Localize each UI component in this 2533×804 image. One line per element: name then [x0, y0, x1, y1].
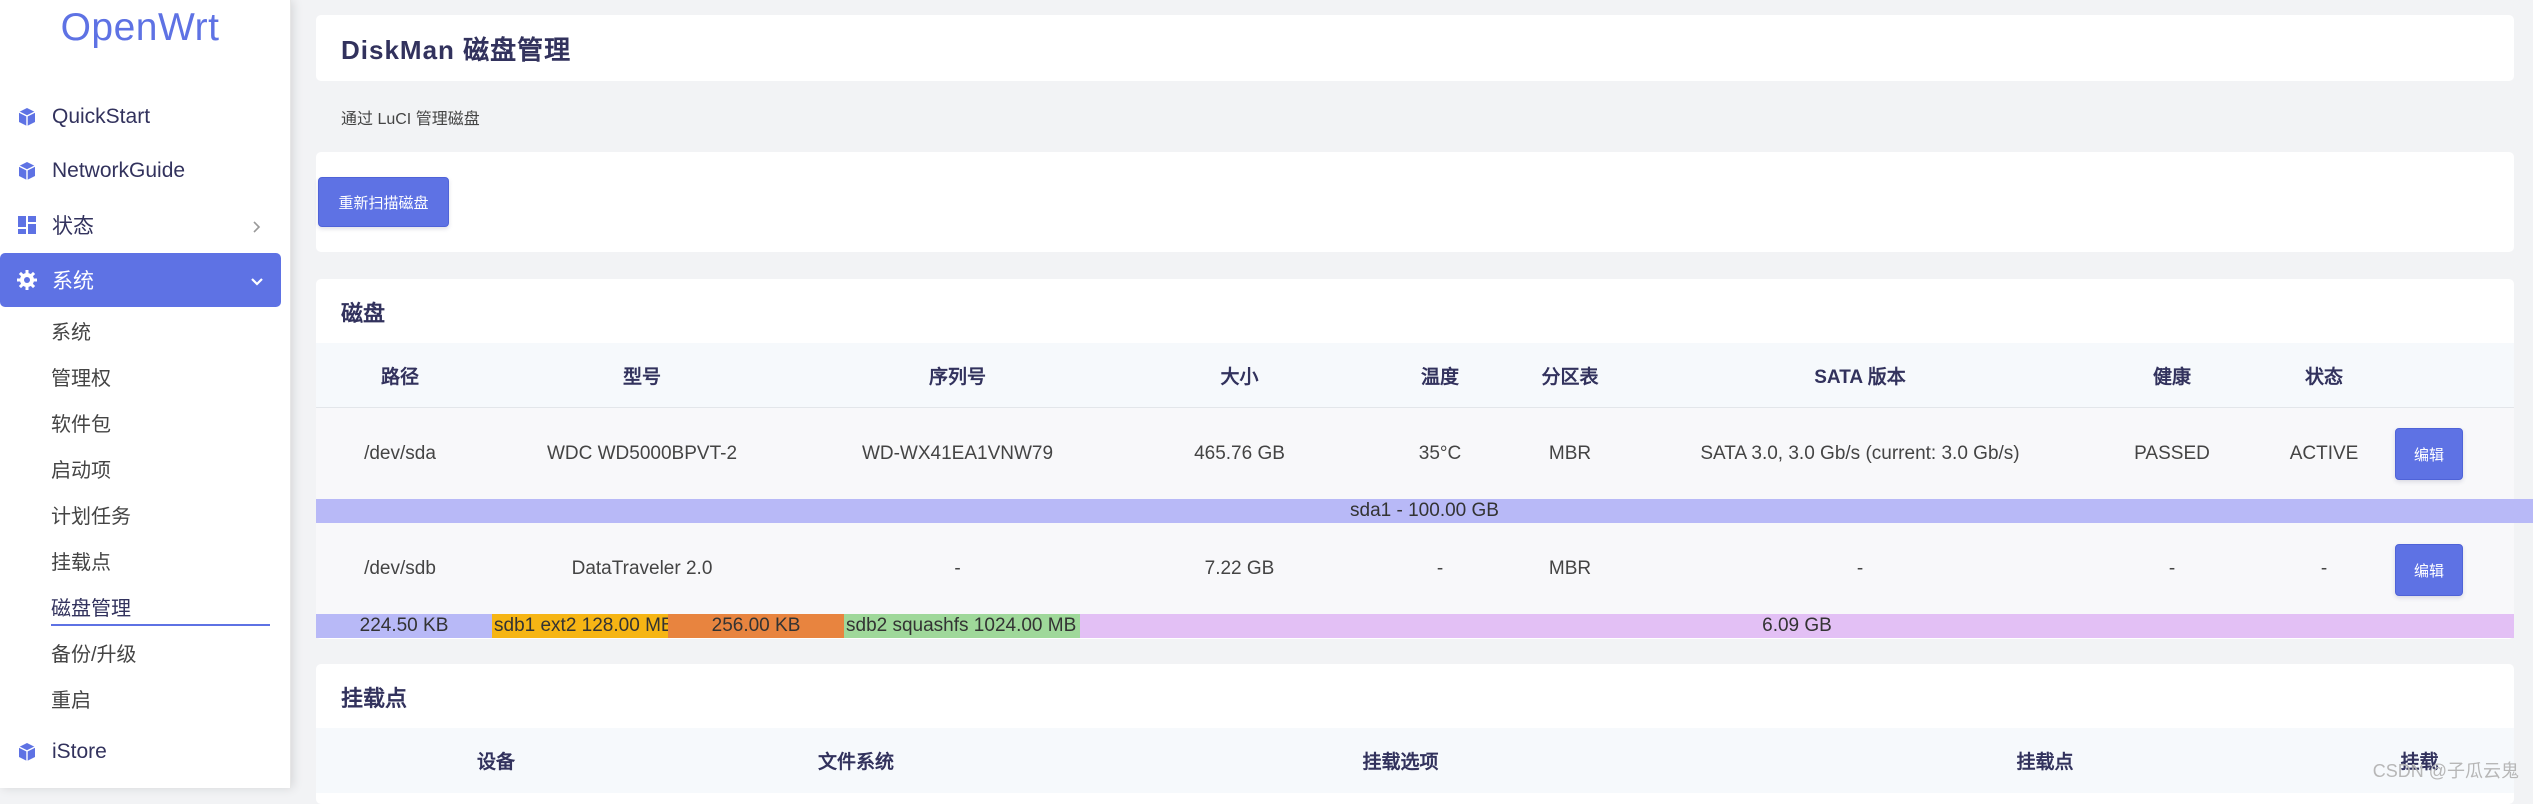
- col-header-health: 健康: [2152, 366, 2191, 388]
- nav-item-system[interactable]: 系统: [0, 253, 281, 307]
- cell-serial: WD-WX41EA1VNW79: [861, 443, 1054, 464]
- submenu-item-diskman[interactable]: 磁盘管理: [51, 592, 270, 626]
- cell-sata: SATA 3.0, 3.0 Gb/s (current: 3.0 Gb/s): [1700, 443, 2020, 464]
- col-header-temp: 温度: [1420, 366, 1459, 388]
- col-header-model: 型号: [622, 366, 661, 388]
- submenu-item-mountpoints[interactable]: 挂载点: [51, 546, 111, 580]
- mounts-table-header: 设备 文件系统 挂载选项 挂载点 挂载: [316, 728, 2514, 793]
- cube-icon: [16, 106, 38, 128]
- table-row: /dev/sda WDC WD5000BPVT-2 WD-WX41EA1VNW7…: [316, 408, 2514, 500]
- nav-label-status: 状态: [52, 215, 94, 238]
- nav-label-networkguide: NetworkGuide: [52, 159, 186, 182]
- cell-path: /dev/sdb: [364, 558, 436, 579]
- nav-label-istore: iStore: [52, 740, 107, 763]
- rescan-disks-button[interactable]: 重新扫描磁盘: [318, 177, 449, 227]
- edit-disk-sdb-button[interactable]: 编辑: [2395, 544, 2463, 596]
- cell-size: 7.22 GB: [1204, 558, 1275, 579]
- partition-bar-sda1[interactable]: sda1 - 100.00 GB: [316, 499, 2533, 523]
- disks-section-title: 磁盘: [341, 301, 386, 326]
- chevron-down-icon: [249, 272, 265, 288]
- col-header-serial: 序列号: [928, 366, 986, 388]
- cube-icon: [16, 160, 38, 182]
- cell-partition-table: MBR: [1548, 558, 1592, 579]
- col-header-status: 状态: [2304, 366, 2343, 388]
- cell-model: WDC WD5000BPVT-2: [546, 443, 738, 464]
- partition-bar-free-space[interactable]: 224.50 KB: [316, 614, 492, 638]
- col-header-mount-options: 挂载选项: [1362, 752, 1439, 773]
- cell-serial: -: [954, 558, 961, 579]
- col-header-sata: SATA 版本: [1814, 366, 1906, 388]
- cell-status: -: [2320, 558, 2328, 579]
- cell-health: PASSED: [2134, 443, 2210, 464]
- col-header-filesystem: 文件系统: [817, 752, 894, 773]
- partition-bar-sdb1[interactable]: sdb1 ext2 128.00 MB: [492, 614, 668, 638]
- nav-item-istore[interactable]: iStore: [0, 725, 281, 779]
- dashboard-icon: [16, 214, 38, 236]
- submenu-item-backup[interactable]: 备份/升级: [51, 638, 137, 672]
- rescan-panel: [316, 152, 2514, 252]
- page-header-panel: [316, 15, 2514, 81]
- submenu-item-system[interactable]: 系统: [51, 316, 91, 350]
- cell-path: /dev/sda: [364, 443, 436, 464]
- chevron-right-icon: [249, 217, 265, 233]
- cell-status: ACTIVE: [2289, 443, 2359, 464]
- watermark: CSDN @子瓜云鬼: [2372, 761, 2519, 781]
- cube-icon: [16, 741, 38, 763]
- nav-item-quickstart[interactable]: QuickStart: [0, 90, 281, 144]
- cell-model: DataTraveler 2.0: [571, 558, 713, 579]
- partition-bar-sdb2[interactable]: sdb2 squashfs 1024.00 MB: [844, 614, 1080, 638]
- submenu-item-reboot[interactable]: 重启: [51, 684, 91, 718]
- disks-table-header: 路径 型号 序列号 大小 温度 分区表 SATA 版本 健康 状态: [316, 343, 2514, 408]
- cell-health: -: [2168, 558, 2176, 579]
- col-header-size: 大小: [1220, 366, 1259, 388]
- col-header-path: 路径: [380, 366, 419, 388]
- sidebar: OpenWrt QuickStart NetworkGuide 状态 系统 系统…: [0, 0, 291, 788]
- nav-label-system: 系统: [52, 270, 94, 293]
- mounts-section-title: 挂载点: [341, 686, 408, 711]
- submenu-item-crontab[interactable]: 计划任务: [51, 500, 131, 534]
- gear-icon: [16, 269, 38, 291]
- submenu-item-startup[interactable]: 启动项: [51, 454, 111, 488]
- page-description: 通过 LuCI 管理磁盘: [341, 111, 480, 128]
- col-header-mount-point: 挂载点: [2016, 752, 2074, 773]
- cell-partition-table: MBR: [1548, 443, 1592, 464]
- col-header-partition-table: 分区表: [1541, 366, 1599, 388]
- submenu-item-software[interactable]: 软件包: [51, 408, 111, 442]
- cell-temp: 35°C: [1418, 443, 1462, 464]
- nav-item-status[interactable]: 状态: [0, 198, 281, 252]
- cell-temp: -: [1436, 558, 1444, 579]
- table-row: /dev/sdb DataTraveler 2.0 - 7.22 GB - MB…: [316, 523, 2514, 615]
- submenu-item-admin[interactable]: 管理权: [51, 362, 111, 396]
- page-title: DiskMan 磁盘管理: [341, 35, 572, 65]
- col-header-device: 设备: [476, 752, 515, 773]
- brand-logo[interactable]: OpenWrt: [0, 6, 280, 50]
- cell-sata: -: [1856, 558, 1864, 579]
- partition-bar-free-space[interactable]: 6.09 GB: [1080, 614, 2514, 638]
- edit-disk-sda-button[interactable]: 编辑: [2395, 428, 2463, 480]
- cell-size: 465.76 GB: [1194, 443, 1285, 464]
- nav-label-quickstart: QuickStart: [52, 105, 151, 128]
- partition-bar-free-space[interactable]: 256.00 KB: [668, 614, 844, 638]
- nav-item-networkguide[interactable]: NetworkGuide: [0, 144, 281, 198]
